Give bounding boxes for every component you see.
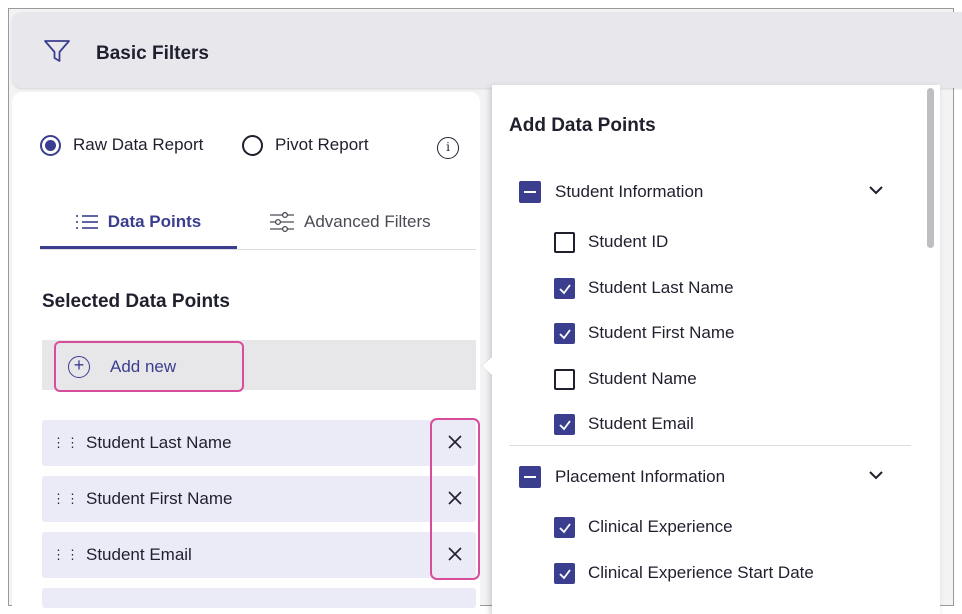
drag-handle-icon[interactable]: ⋮⋮	[52, 548, 79, 561]
data-point-option[interactable]: Student Name	[554, 367, 697, 391]
plus-circle-icon: +	[68, 355, 90, 378]
sliders-icon	[270, 212, 294, 232]
group-divider	[509, 445, 911, 446]
data-point-option[interactable]: Clinical Experience	[554, 515, 733, 539]
option-label: Student Email	[588, 414, 694, 433]
raw-data-report-option[interactable]: Raw Data Report	[40, 130, 203, 160]
drag-handle-icon[interactable]: ⋮⋮	[52, 492, 79, 505]
dropdown-caret	[482, 356, 493, 376]
raw-data-report-radio[interactable]	[40, 134, 61, 156]
add-new-button[interactable]: + Add new	[54, 341, 244, 392]
data-point-option[interactable]: Student First Name	[554, 321, 734, 345]
group-partial-checkbox[interactable]	[519, 466, 541, 488]
checkbox[interactable]	[554, 231, 575, 253]
checkmark-icon	[559, 522, 571, 533]
pivot-report-label: Pivot Report	[275, 135, 369, 154]
option-label: Student First Name	[588, 323, 735, 342]
data-point-option[interactable]: Clinical Experience Start Date	[554, 561, 814, 585]
selected-data-point-row	[42, 588, 476, 608]
pivot-report-radio[interactable]	[242, 134, 263, 156]
checkbox-checked[interactable]	[554, 413, 575, 435]
checkbox-checked[interactable]	[554, 562, 575, 584]
group-partial-checkbox[interactable]	[519, 181, 541, 203]
tab-advanced-filters[interactable]: Advanced Filters	[270, 204, 431, 240]
checkbox[interactable]	[554, 368, 575, 390]
group-student-information[interactable]: Student Information	[519, 180, 703, 204]
data-point-option[interactable]: Student Last Name	[554, 276, 734, 300]
selected-data-point-row[interactable]: ⋮⋮ Student Email	[42, 532, 476, 578]
checkbox-checked[interactable]	[554, 516, 575, 538]
group-placement-information[interactable]: Placement Information	[519, 465, 725, 489]
option-label: Student Last Name	[588, 278, 734, 297]
tab-advanced-filters-label: Advanced Filters	[304, 212, 431, 231]
pivot-report-option[interactable]: Pivot Report	[242, 130, 369, 160]
data-point-label: Student Email	[86, 545, 192, 564]
remove-buttons-highlight	[430, 418, 480, 580]
option-label: Student Name	[588, 369, 697, 388]
scrollbar-thumb[interactable]	[927, 88, 934, 248]
list-icon	[75, 215, 98, 229]
data-point-option[interactable]: Student Email	[554, 412, 694, 436]
selected-data-point-row[interactable]: ⋮⋮ Student First Name	[42, 476, 476, 522]
info-icon[interactable]: i	[437, 137, 459, 159]
checkmark-icon	[559, 568, 571, 579]
selected-data-points-title: Selected Data Points	[42, 291, 230, 312]
checkmark-icon	[559, 419, 571, 430]
option-label: Student ID	[588, 232, 669, 251]
tab-data-points[interactable]: Data Points	[40, 204, 237, 250]
data-point-label: Student Last Name	[86, 433, 232, 452]
filter-icon	[44, 40, 70, 62]
checkmark-icon	[559, 283, 571, 294]
checkmark-icon	[559, 328, 571, 339]
checkbox-checked[interactable]	[554, 322, 575, 344]
checkbox-checked[interactable]	[554, 277, 575, 299]
tab-data-points-label: Data Points	[107, 212, 202, 231]
basic-filters-header[interactable]: Basic Filters	[12, 12, 962, 88]
selected-data-point-row[interactable]: ⋮⋮ Student Last Name	[42, 420, 476, 466]
dropdown-title: Add Data Points	[509, 115, 656, 136]
header-title: Basic Filters	[96, 43, 209, 64]
raw-data-report-label: Raw Data Report	[73, 135, 204, 154]
data-point-label: Student First Name	[86, 489, 233, 508]
data-point-option[interactable]: Student ID	[554, 230, 668, 254]
option-label: Clinical Experience	[588, 517, 733, 536]
group-label: Student Information	[555, 182, 704, 201]
group-label: Placement Information	[555, 467, 726, 486]
tabs-divider	[40, 249, 476, 250]
chevron-down-icon[interactable]	[867, 184, 885, 196]
drag-handle-icon[interactable]: ⋮⋮	[52, 436, 79, 449]
option-label: Clinical Experience Start Date	[588, 563, 814, 582]
chevron-down-icon[interactable]	[867, 469, 885, 481]
add-new-label: Add new	[110, 356, 177, 376]
